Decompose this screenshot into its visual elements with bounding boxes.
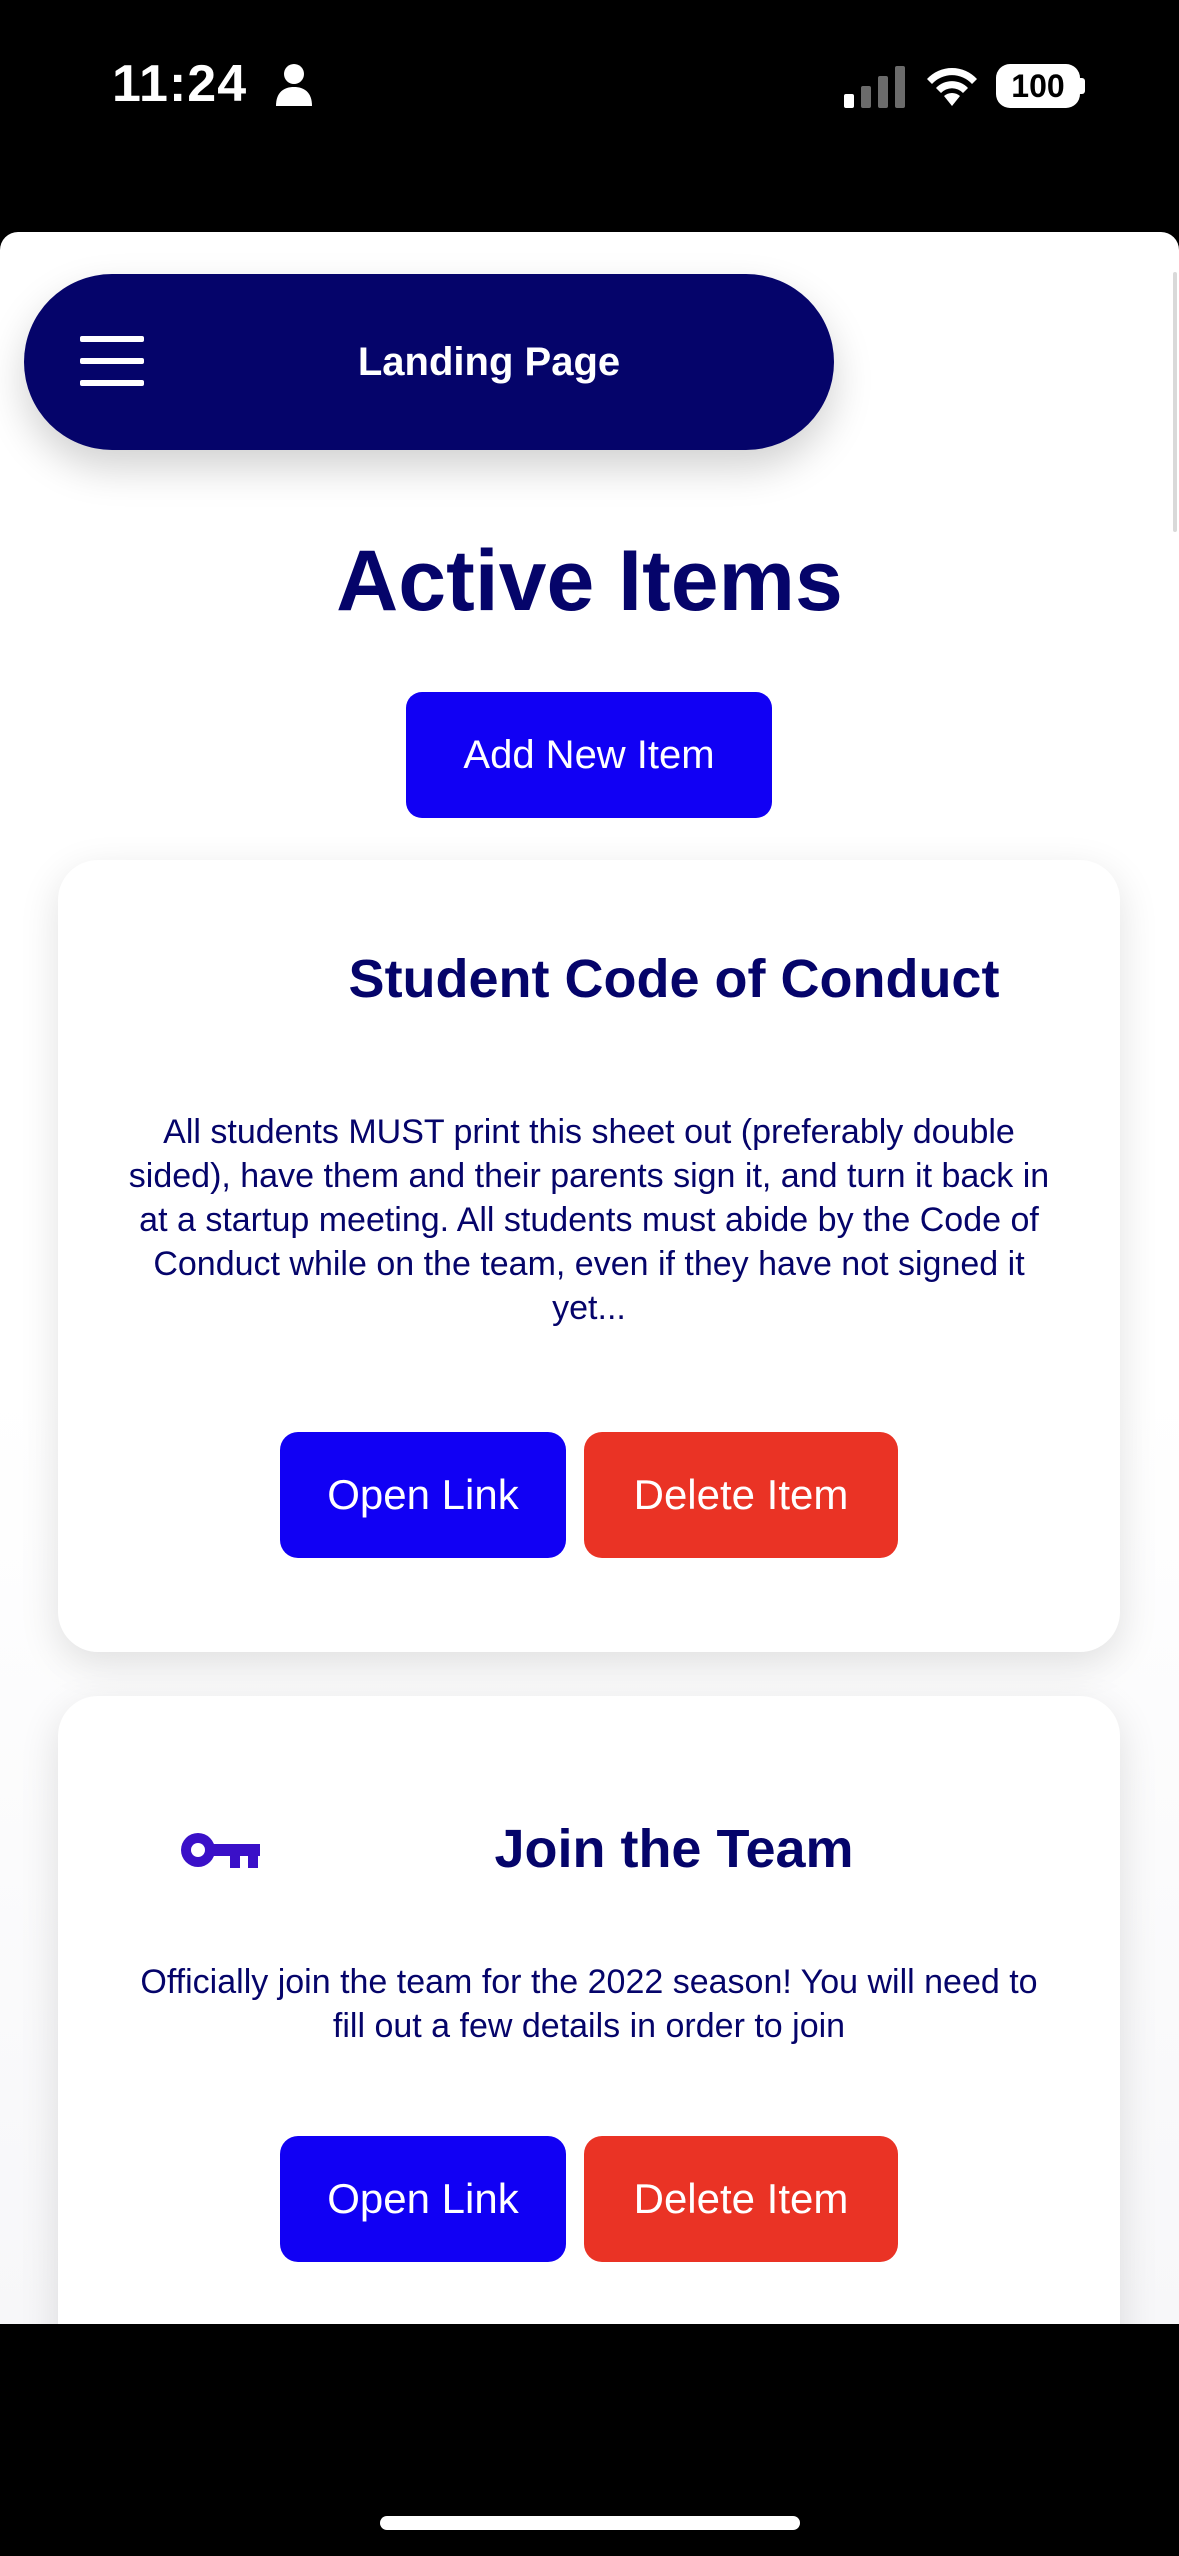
- battery-tip: [1080, 78, 1085, 94]
- item-description: All students MUST print this sheet out (…: [128, 1113, 1050, 1327]
- open-link-button[interactable]: Open Link: [280, 1432, 566, 1558]
- delete-item-button[interactable]: Delete Item: [584, 2136, 898, 2262]
- add-new-item-button[interactable]: Add New Item: [406, 692, 772, 818]
- person-icon: [276, 64, 312, 106]
- page-title: Active Items: [336, 533, 843, 629]
- home-indicator[interactable]: [380, 2516, 800, 2530]
- open-link-button[interactable]: Open Link: [280, 2136, 566, 2262]
- header-title: Landing Page: [357, 339, 621, 384]
- app-header: Landing Page: [24, 274, 834, 450]
- delete-item-button[interactable]: Delete Item: [584, 1432, 898, 1558]
- battery-icon: 100: [996, 64, 1080, 108]
- battery-level: 100: [1011, 67, 1065, 104]
- app-screen[interactable]: Landing Page Active Items Add New Item S…: [0, 232, 1179, 2324]
- item-description: Officially join the team for the 2022 se…: [140, 1963, 1038, 2045]
- item-title: Join the Team: [494, 1819, 854, 1879]
- cellular-signal-icon: [844, 66, 905, 108]
- status-bar: 11:24 100: [0, 0, 1179, 170]
- item-title: Student Code of Conduct: [348, 949, 1000, 1009]
- hamburger-menu-icon[interactable]: [76, 332, 148, 392]
- wifi-icon: [927, 68, 977, 106]
- status-time: 11:24: [112, 55, 248, 113]
- scrollbar[interactable]: [1173, 272, 1177, 532]
